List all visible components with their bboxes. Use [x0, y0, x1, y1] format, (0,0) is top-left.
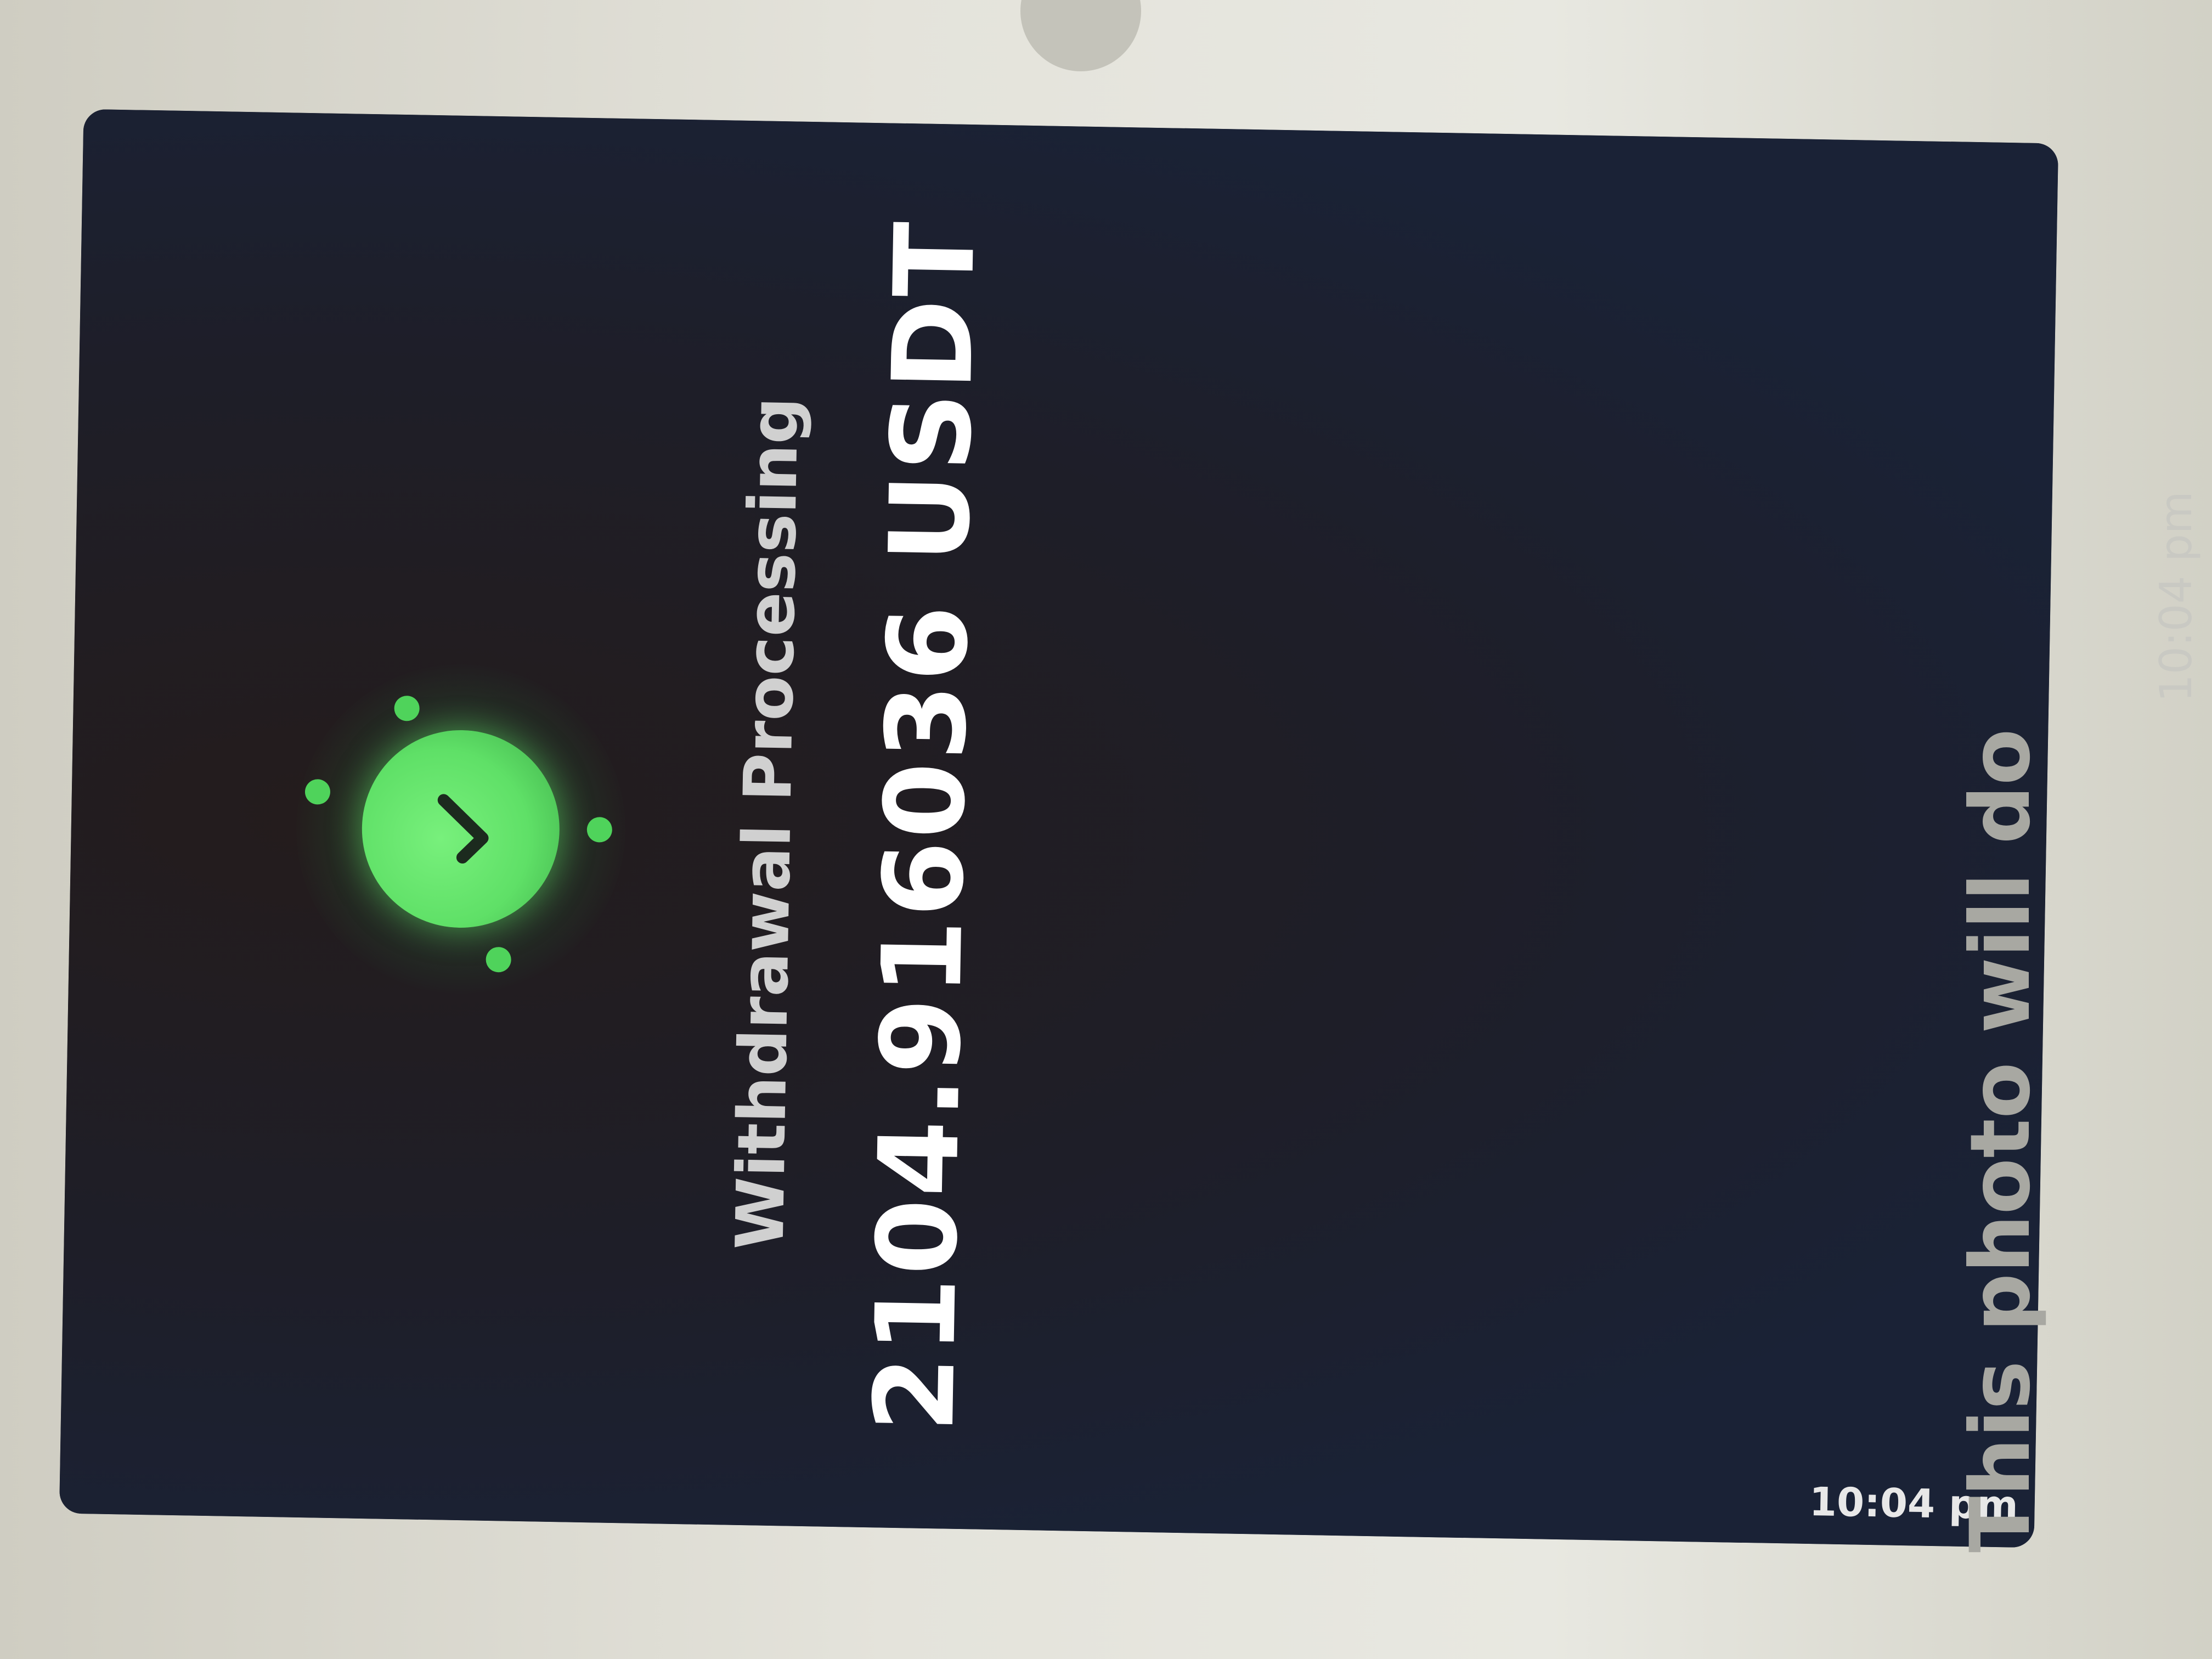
- chat-image-message[interactable]: Withdrawal Processing 2104.916036 USDT 1…: [59, 109, 2059, 1548]
- amount-value: 2104.9160: [850, 759, 991, 1434]
- check-icon: [437, 794, 489, 864]
- amount-currency: 36 USDT: [862, 218, 1000, 761]
- message-timestamp: 10:04 pm: [2151, 491, 2202, 702]
- withdrawal-amount: 2104.916036 USDT: [849, 123, 1002, 1530]
- withdrawal-screenshot: Withdrawal Processing 2104.916036 USDT: [59, 109, 2058, 1548]
- message-caption: This photo will do: [1953, 729, 2049, 1553]
- withdrawal-status-title: Withdrawal Processing: [722, 396, 814, 1251]
- success-badge: [249, 617, 673, 1041]
